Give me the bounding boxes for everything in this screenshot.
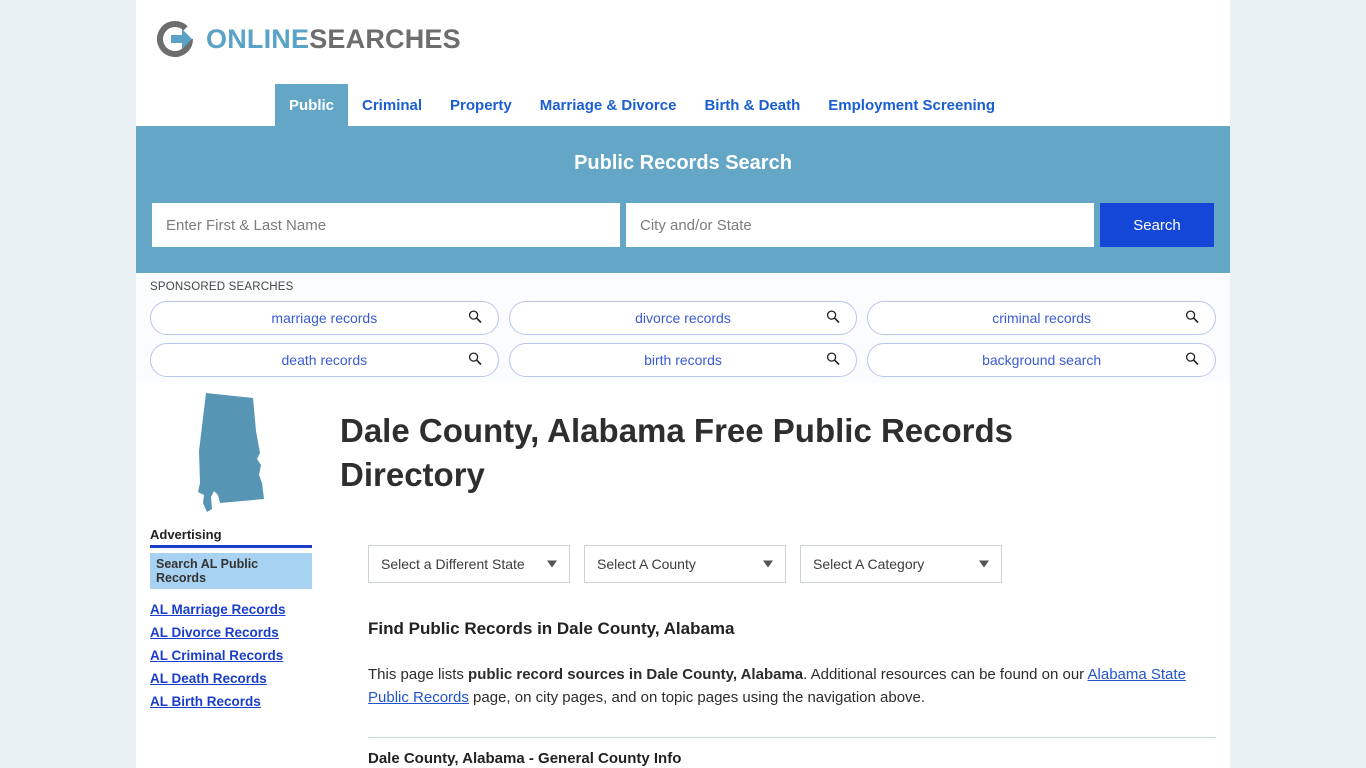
paragraph-text-2: . Additional resources can be found on o…	[803, 666, 1088, 683]
magnifier-icon	[826, 352, 840, 369]
site-logo[interactable]: ONLINESEARCHES	[152, 16, 1230, 62]
tab-public[interactable]: Public	[275, 84, 349, 126]
logo-bar: ONLINESEARCHES	[136, 0, 1230, 84]
select-state-dropdown[interactable]: Select a Different State	[368, 545, 570, 583]
alabama-state-map-icon	[136, 383, 326, 517]
logo-text-online: ONLINE	[206, 23, 310, 54]
sponsored-pill-criminal-records[interactable]: criminal records	[867, 301, 1216, 335]
chevron-down-icon	[547, 560, 557, 568]
pill-label: background search	[982, 352, 1102, 368]
chevron-down-icon	[979, 560, 989, 568]
pill-label: birth records	[644, 352, 722, 368]
chevron-down-icon	[763, 560, 773, 568]
paragraph-text-3: page, on city pages, and on topic pages …	[468, 689, 926, 707]
ad-link-al-divorce-records[interactable]: AL Divorce Records	[150, 625, 340, 640]
logo-text-searches: SEARCHES	[309, 23, 461, 54]
sponsored-pill-grid: marriage records divorce records crimina…	[150, 301, 1216, 377]
ad-headline-search-al-public-records[interactable]: Search AL Public Records	[150, 553, 312, 589]
tab-property[interactable]: Property	[436, 84, 526, 126]
paragraph-bold: public record sources in Dale County, Al…	[468, 666, 804, 683]
pill-label: divorce records	[635, 310, 731, 326]
magnifier-icon	[468, 352, 482, 369]
ad-link-list: AL Marriage Records AL Divorce Records A…	[150, 602, 340, 709]
public-records-search-panel: Public Records Search Search	[136, 126, 1230, 273]
sponsored-pill-divorce-records[interactable]: divorce records	[508, 301, 858, 335]
tab-criminal[interactable]: Criminal	[348, 84, 436, 126]
select-state-value: Select a Different State	[381, 556, 525, 572]
select-category-dropdown[interactable]: Select A Category	[800, 545, 1002, 583]
page-header-row: Dale County, Alabama Free Public Records…	[136, 383, 1230, 517]
tab-employment-screening[interactable]: Employment Screening	[814, 84, 1009, 126]
tab-birth-death[interactable]: Birth & Death	[690, 84, 814, 126]
general-county-info-heading: Dale County, Alabama - General County In…	[368, 749, 682, 767]
page-container: ONLINESEARCHES Public Criminal Property …	[136, 0, 1230, 768]
tab-marriage-divorce[interactable]: Marriage & Divorce	[526, 84, 691, 126]
search-button[interactable]: Search	[1100, 203, 1214, 247]
location-input[interactable]	[626, 203, 1094, 247]
ad-link-al-death-records[interactable]: AL Death Records	[150, 671, 340, 686]
circle-arrow-icon	[152, 16, 198, 62]
sponsored-pill-marriage-records[interactable]: marriage records	[150, 301, 499, 335]
sponsored-pill-birth-records[interactable]: birth records	[508, 343, 858, 377]
ad-link-al-marriage-records[interactable]: AL Marriage Records	[150, 602, 340, 617]
search-panel-title: Public Records Search	[574, 152, 792, 174]
section-heading: Find Public Records in Dale County, Alab…	[368, 619, 735, 638]
page-title: Dale County, Alabama Free Public Records…	[340, 412, 1014, 493]
main-content: Select a Different State Select A County…	[340, 523, 1216, 767]
sidebar-advertising: Advertising Search AL Public Records AL …	[150, 523, 340, 767]
filter-selects: Select a Different State Select A County…	[368, 545, 1216, 583]
pill-label: marriage records	[271, 310, 378, 326]
magnifier-icon	[468, 310, 482, 327]
select-county-value: Select A County	[597, 556, 696, 572]
paragraph-text-1: This page lists	[368, 666, 469, 683]
search-form: Search	[152, 203, 1214, 247]
content-columns: Advertising Search AL Public Records AL …	[136, 517, 1230, 767]
magnifier-icon	[1185, 352, 1199, 369]
section-divider	[368, 736, 1216, 738]
intro-paragraph: This page lists public record sources in…	[368, 663, 1216, 710]
sponsored-searches: SPONSORED SEARCHES marriage records divo…	[136, 273, 1230, 383]
sponsored-pill-death-records[interactable]: death records	[150, 343, 499, 377]
select-category-value: Select A Category	[813, 556, 925, 572]
pill-label: criminal records	[992, 310, 1092, 326]
main-navigation: Public Criminal Property Marriage & Divo…	[136, 84, 1230, 126]
ad-link-al-criminal-records[interactable]: AL Criminal Records	[150, 648, 340, 663]
sponsored-searches-label: SPONSORED SEARCHES	[150, 281, 294, 293]
advertising-label: Advertising	[150, 527, 312, 548]
sponsored-pill-background-search[interactable]: background search	[867, 343, 1216, 377]
pill-label: death records	[281, 352, 368, 368]
name-input[interactable]	[152, 203, 620, 247]
ad-link-al-birth-records[interactable]: AL Birth Records	[150, 694, 340, 709]
magnifier-icon	[826, 310, 840, 327]
select-county-dropdown[interactable]: Select A County	[584, 545, 786, 583]
magnifier-icon	[1185, 310, 1199, 327]
